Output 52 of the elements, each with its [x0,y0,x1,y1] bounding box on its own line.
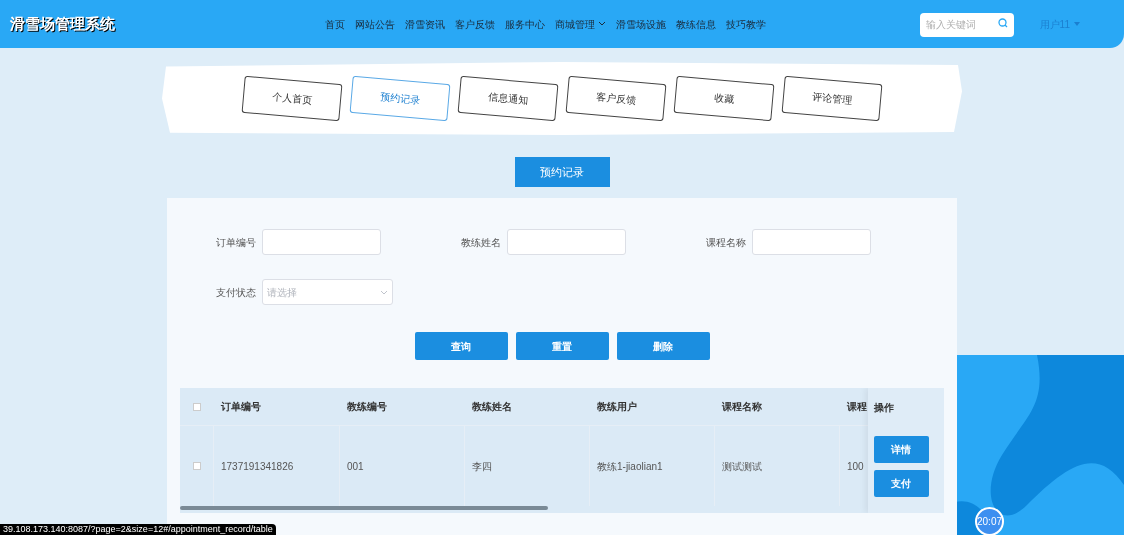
tab[interactable]: 评论管理 [781,75,883,122]
action-button[interactable]: 重置 [515,332,609,360]
row-action-button[interactable]: 支付 [873,470,929,497]
filter-label: 教练姓名 [460,235,501,250]
action-button[interactable]: 删除 [616,332,710,360]
nav-link[interactable]: 技巧教学 [726,16,766,32]
tab[interactable]: 个人首页 [241,75,343,122]
nav-link[interactable]: 滑雪资讯 [405,16,445,32]
page-title: 预约记录 [514,157,610,187]
table-cell-text: 测试测试 [721,459,762,474]
input-field[interactable] [262,229,381,255]
input-field[interactable] [507,229,626,255]
checkbox[interactable] [192,462,201,470]
table-cell-text: 001 [346,459,364,474]
column-header: 课程 [846,400,868,414]
filter-label: 支付状态 [215,285,256,300]
tab[interactable]: 收藏 [673,75,775,122]
column-header: 课程名称 [721,400,763,414]
column-header: 操作 [874,400,894,415]
table-cell-text: 李四 [471,459,492,474]
filter-label: 订单编号 [215,235,256,250]
column-header: 教练姓名 [471,400,513,414]
table-cell-text: 教练1-jiaolian1 [596,459,663,474]
filter-label: 课程名称 [705,235,746,250]
nav-link[interactable]: 首页 [325,16,345,32]
input-field[interactable] [752,229,871,255]
row-action-button[interactable]: 详情 [873,436,929,463]
table-cell-text: 1737191341826 [220,459,294,474]
column-header: 教练用户 [596,400,638,414]
search-field[interactable]: 输入关键词 [919,12,1014,37]
horizontal-scrollbar[interactable] [180,506,548,510]
search-icon[interactable] [997,18,1008,29]
status-url: 39.108.173.140:8087/?page=2&size=12#/appointment_record/table [0,524,276,535]
nav-link[interactable]: 教练信息 [676,16,716,32]
column-header: 订单编号 [220,400,262,414]
select-placeholder: 请选择 [267,285,297,300]
site-title: 滑雪场管理系统 [10,13,115,34]
tab[interactable]: 客户反馈 [565,75,667,122]
nav-link[interactable]: 服务中心 [505,16,545,32]
table-cell-text: 100 [846,459,864,474]
nav-link[interactable]: 客户反馈 [455,16,495,32]
checkbox[interactable] [193,402,201,411]
chevron-down-icon [380,289,388,295]
nav-link[interactable]: 滑雪场设施 [616,16,666,32]
chevron-down-icon [598,21,606,27]
nav-link[interactable]: 商城管理 [555,16,606,32]
tab[interactable]: 信息通知 [457,75,559,122]
column-header: 教练编号 [346,400,388,414]
nav-link[interactable]: 网站公告 [355,16,395,32]
action-button[interactable]: 查询 [414,332,508,360]
caret-icon [1074,22,1080,26]
tab[interactable]: 预约记录 [349,75,451,122]
